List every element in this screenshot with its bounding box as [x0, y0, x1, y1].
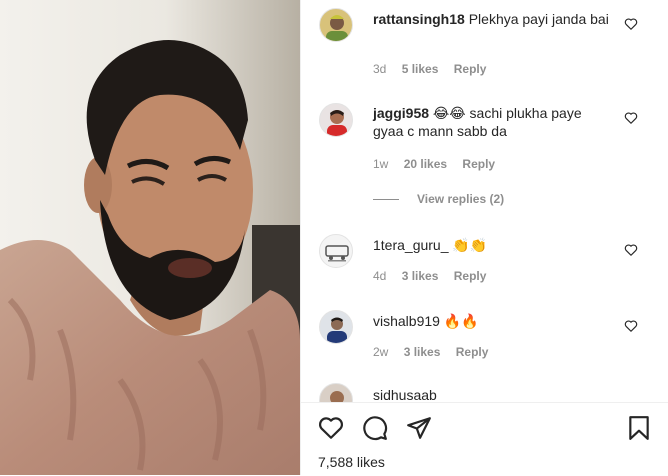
post-likes-count[interactable]: 7,588 likes: [318, 454, 385, 470]
avatar[interactable]: [319, 383, 353, 402]
divider-line: [373, 199, 399, 201]
fire-emoji: 🔥🔥: [443, 313, 479, 329]
small-heart-icon[interactable]: [624, 243, 638, 257]
paper-plane-icon[interactable]: [406, 415, 432, 441]
comment-text: 1tera_guru_ 👏👏: [373, 236, 613, 254]
post-media[interactable]: [0, 0, 300, 475]
reply-button[interactable]: Reply: [454, 62, 487, 76]
avatar[interactable]: [319, 310, 353, 344]
comment-username[interactable]: rattansingh18: [373, 11, 465, 27]
post-actions: 7,588 likes: [301, 402, 668, 476]
view-replies-label: View replies (2): [417, 192, 505, 206]
heart-outline-icon[interactable]: [318, 415, 344, 441]
avatar[interactable]: [319, 103, 353, 137]
comment-time[interactable]: 2w: [373, 345, 388, 359]
comment-time[interactable]: 1w: [373, 157, 388, 171]
comments-panel: rattansingh18 Plekhya payi janda bai 3d …: [300, 0, 668, 475]
comment-meta: 4d 3 likes Reply: [373, 269, 498, 283]
comment-text: vishalb919 🔥🔥: [373, 312, 613, 330]
small-heart-icon[interactable]: [624, 319, 638, 333]
laughing-emoji: 😂😂: [432, 105, 466, 121]
comment-body: Plekhya payi janda bai: [468, 11, 609, 27]
comments-list[interactable]: rattansingh18 Plekhya payi janda bai 3d …: [301, 0, 668, 402]
comment-username[interactable]: sidhusaab: [373, 387, 437, 402]
comment-meta: 3d 5 likes Reply: [373, 62, 498, 76]
comment-text: sidhusaab: [373, 386, 613, 402]
comment-time[interactable]: 3d: [373, 62, 386, 76]
view-replies-button[interactable]: View replies (2): [373, 192, 504, 206]
comment-likes[interactable]: 3 likes: [404, 345, 441, 359]
bookmark-icon[interactable]: [626, 415, 652, 441]
comment-text: rattansingh18 Plekhya payi janda bai: [373, 10, 613, 28]
comment-username[interactable]: jaggi958: [373, 105, 429, 121]
clapping-emoji: 👏👏: [452, 237, 488, 253]
comment-meta: 2w 3 likes Reply: [373, 345, 500, 359]
comment-likes[interactable]: 5 likes: [402, 62, 439, 76]
small-heart-icon[interactable]: [624, 111, 638, 125]
small-heart-icon[interactable]: [624, 17, 638, 31]
reply-button[interactable]: Reply: [454, 269, 487, 283]
comment-username[interactable]: 1tera_guru_: [373, 237, 449, 253]
comment-likes[interactable]: 20 likes: [404, 157, 447, 171]
avatar[interactable]: [319, 234, 353, 268]
speech-bubble-icon[interactable]: [362, 415, 388, 441]
comment-text: jaggi958 😂😂 sachi plukha paye gyaa c man…: [373, 104, 613, 140]
comment-meta: 1w 20 likes Reply: [373, 157, 507, 171]
comment-username[interactable]: vishalb919: [373, 313, 440, 329]
avatar[interactable]: [319, 8, 353, 42]
comment-time[interactable]: 4d: [373, 269, 386, 283]
reply-button[interactable]: Reply: [462, 157, 495, 171]
video-frame-image: [0, 0, 300, 475]
comment-likes[interactable]: 3 likes: [402, 269, 439, 283]
reply-button[interactable]: Reply: [456, 345, 489, 359]
